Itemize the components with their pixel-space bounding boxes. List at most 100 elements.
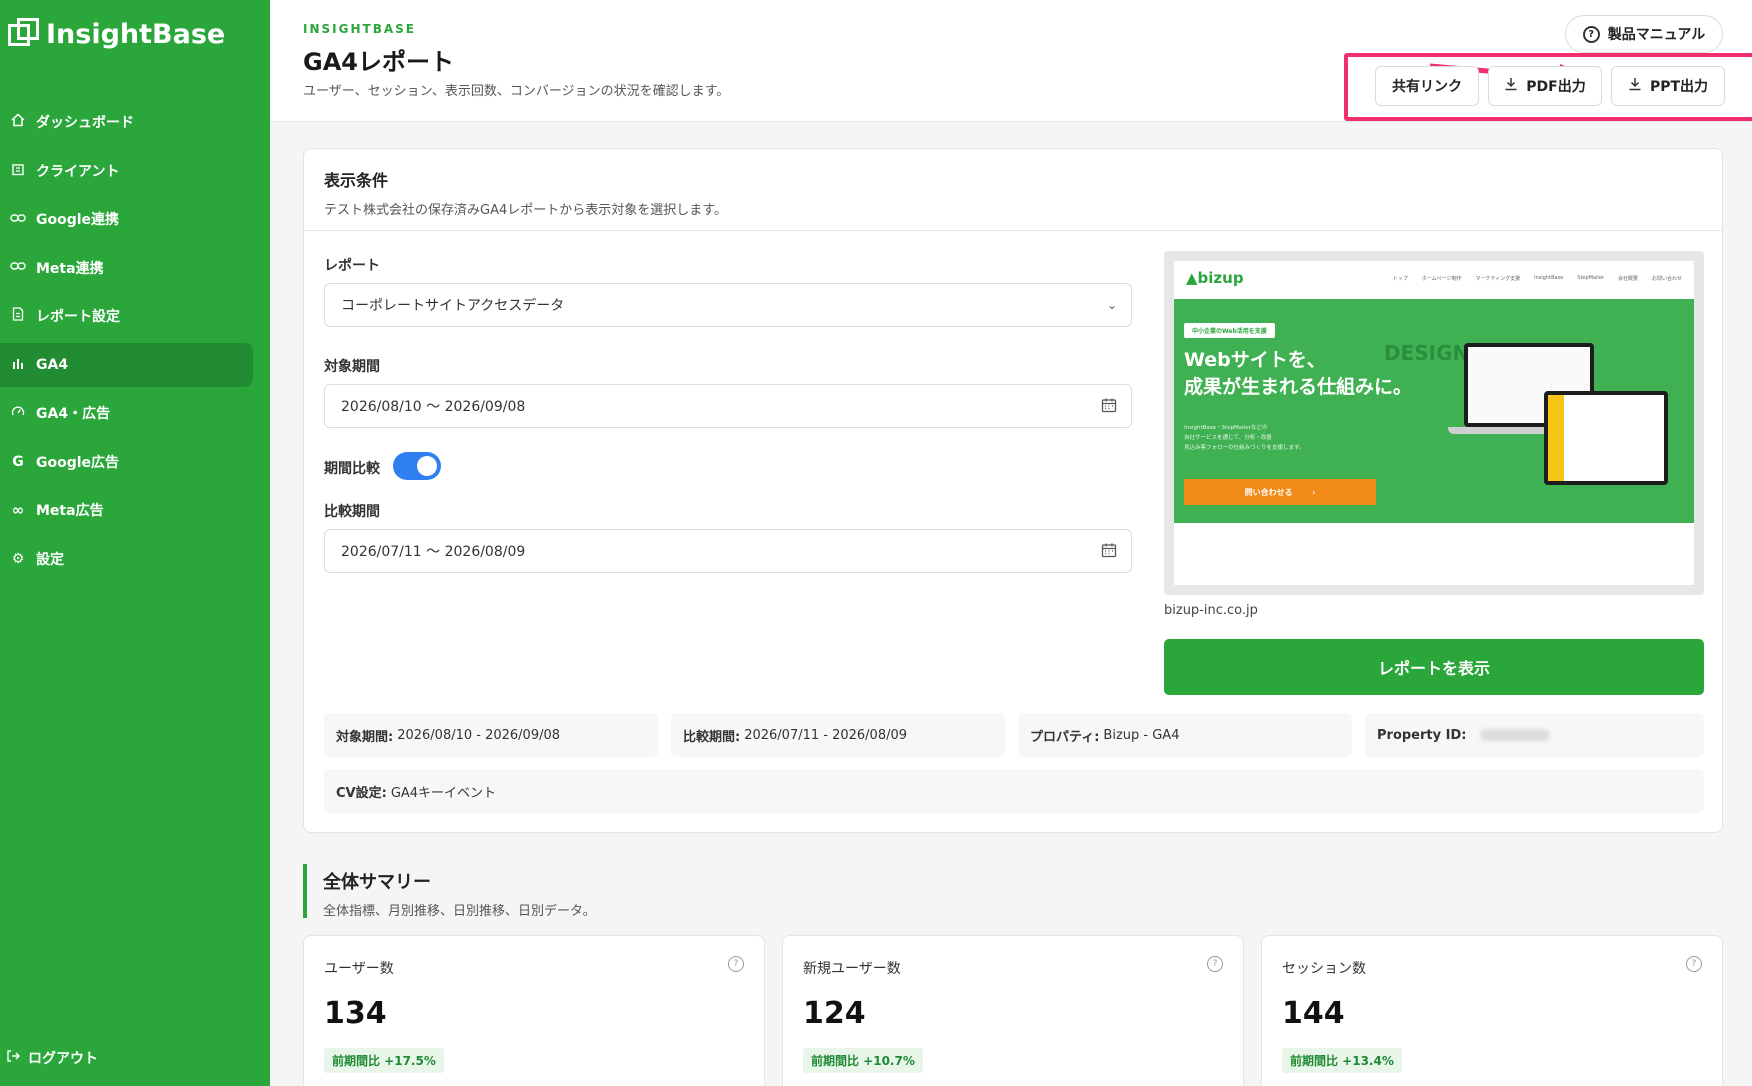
summary-title: 全体サマリー [323,872,431,893]
sidebar-item-label: Google広告 [36,454,120,471]
kpi-label: 新規ユーザー数 [803,961,901,977]
building-icon [10,162,26,180]
kpi-value: 124 [803,996,866,1031]
card-title: 表示条件 [324,171,389,190]
sidebar-item-report-settings[interactable]: レポート設定 [0,294,254,338]
redacted-property-id [1480,729,1551,741]
toggle-knob [417,456,437,476]
preview-nav-links: トップ ホームページ制作 マーケティング支援 InsightBase StepM… [1392,274,1682,282]
download-icon [1628,77,1642,95]
period-date-value: 2026/08/10 〜 2026/09/08 [341,399,526,415]
sidebar-item-label: ダッシュボード [36,115,134,131]
gauge-icon [10,405,26,421]
logo-icon [8,18,40,50]
share-link-button[interactable]: 共有リンク [1375,66,1479,106]
chevron-down-icon: ⌄ [1106,298,1117,312]
report-select-value: コーポレートサイトアクセスデータ [341,298,565,314]
preview-pill: 中小企業のWeb活用を支援 [1184,323,1275,338]
meta-property: プロパティ: Bizup - GA4 [1018,713,1352,757]
sidebar-item-meta-integration[interactable]: Meta連携 [0,246,254,290]
sidebar-item-label: Meta広告 [36,503,104,519]
ppt-export-button[interactable]: PPT出力 [1611,66,1725,106]
pdf-export-label: PDF出力 [1526,79,1586,95]
compare-date-value: 2026/07/11 〜 2026/08/09 [341,544,526,560]
kpi-card-new-users: 新規ユーザー数 ? 124 前期間比 +10.7% [782,935,1244,1086]
link-icon [10,212,26,227]
page-header: INSIGHTBASE GA4レポート ユーザー、セッション、表示回数、コンバー… [270,0,1752,122]
section-accent-bar [303,864,307,918]
kpi-value: 134 [324,996,387,1031]
sidebar-item-label: 設定 [36,551,64,568]
sidebar-item-clients[interactable]: クライアント [0,149,254,193]
period-date-input[interactable]: 2026/08/10 〜 2026/09/08 [324,384,1132,428]
meta-period: 対象期間: 2026/08/10 - 2026/09/08 [324,713,658,757]
kpi-value: 144 [1282,996,1345,1031]
sidebar-item-label: GA4・広告 [36,406,111,422]
site-preview-screenshot: ▲bizup トップ ホームページ制作 マーケティング支援 InsightBas… [1174,261,1694,585]
kpi-delta-badge: 前期間比 +17.5% [324,1048,444,1073]
sidebar-item-dashboard[interactable]: ダッシュボード [0,100,254,144]
kpi-card-users: ユーザー数 ? 134 前期間比 +17.5% [303,935,765,1086]
sidebar-item-label: GA4 [36,356,69,373]
sidebar-item-meta-ads[interactable]: ∞ Meta広告 [0,488,254,532]
help-icon[interactable]: ? [1207,956,1223,972]
sidebar-item-label: Meta連携 [36,260,104,277]
sidebar-item-label: クライアント [36,163,120,180]
card-header: 表示条件 テスト株式会社の保存済みGA4レポートから表示対象を選択します。 [304,149,1722,231]
product-manual-button[interactable]: ? 製品マニュアル [1565,15,1723,53]
preview-tablet-image [1544,391,1668,485]
kpi-label: ユーザー数 [324,961,394,977]
sidebar-item-settings[interactable]: ⚙ 設定 [0,537,254,581]
sidebar-nav: ダッシュボード クライアント Google連携 Meta連携 レポート設定 GA… [0,100,270,585]
kpi-label: セッション数 [1282,961,1366,977]
report-label: レポート [324,258,380,274]
compare-toggle-label: 期間比較 [324,461,380,477]
preview-headline: Webサイトを、 成果が生まれる仕組みに。 [1184,349,1413,398]
meta-infinity-icon: ∞ [11,501,25,519]
document-icon [10,307,26,325]
compare-period-label: 比較期間 [324,504,380,520]
show-report-button[interactable]: レポートを表示 [1164,639,1704,695]
brand-label: INSIGHTBASE [303,22,416,36]
share-link-label: 共有リンク [1392,79,1462,95]
site-domain: bizup-inc.co.jp [1164,603,1258,618]
home-icon [10,113,26,131]
help-icon[interactable]: ? [728,956,744,972]
help-icon[interactable]: ? [1686,956,1702,972]
google-g-icon: G [12,453,24,470]
compare-toggle[interactable] [393,452,441,480]
help-icon: ? [1582,25,1600,43]
bar-chart-icon [10,357,26,373]
sidebar-item-label: Google連携 [36,212,120,228]
summary-subtitle: 全体指標、月別推移、日別推移、日別データ。 [323,904,596,919]
calendar-icon[interactable] [1101,397,1117,417]
pdf-export-button[interactable]: PDF出力 [1488,66,1602,106]
sidebar-item-google-ads[interactable]: G Google広告 [0,440,254,484]
card-subtitle: テスト株式会社の保存済みGA4レポートから表示対象を選択します。 [324,203,727,218]
sidebar-item-label: レポート設定 [36,309,120,325]
page-subtitle: ユーザー、セッション、表示回数、コンバージョンの状況を確認します。 [303,84,730,99]
download-icon [1504,77,1518,95]
app-name: InsightBase [46,18,226,50]
sidebar: InsightBase ダッシュボード クライアント Google連携 Meta… [0,0,270,1086]
sidebar-item-ga4[interactable]: GA4 [0,342,253,387]
meta-property-id: Property ID: [1365,713,1704,757]
preview-cta: 問い合わせる › [1184,479,1376,505]
compare-date-input[interactable]: 2026/07/11 〜 2026/08/09 [324,529,1132,573]
report-select[interactable]: コーポレートサイトアクセスデータ ⌄ [324,283,1132,327]
period-label: 対象期間 [324,359,380,375]
logout-button[interactable]: ログアウト [6,1048,98,1068]
logout-icon [6,1049,20,1067]
site-preview: ▲bizup トップ ホームページ制作 マーケティング支援 InsightBas… [1164,251,1704,595]
display-conditions-card: 表示条件 テスト株式会社の保存済みGA4レポートから表示対象を選択します。 レポ… [303,148,1723,833]
kpi-delta-badge: 前期間比 +13.4% [1282,1048,1402,1073]
sidebar-item-google-integration[interactable]: Google連携 [0,197,254,241]
app-logo[interactable]: InsightBase [8,18,225,50]
product-manual-label: 製品マニュアル [1607,27,1706,43]
calendar-icon[interactable] [1101,542,1117,562]
sidebar-item-ga4-ads[interactable]: GA4・広告 [0,391,254,435]
kpi-delta-badge: 前期間比 +10.7% [803,1048,923,1073]
page-title: GA4レポート [303,48,454,76]
gear-icon: ⚙ [11,550,25,567]
ppt-export-label: PPT出力 [1649,79,1709,95]
